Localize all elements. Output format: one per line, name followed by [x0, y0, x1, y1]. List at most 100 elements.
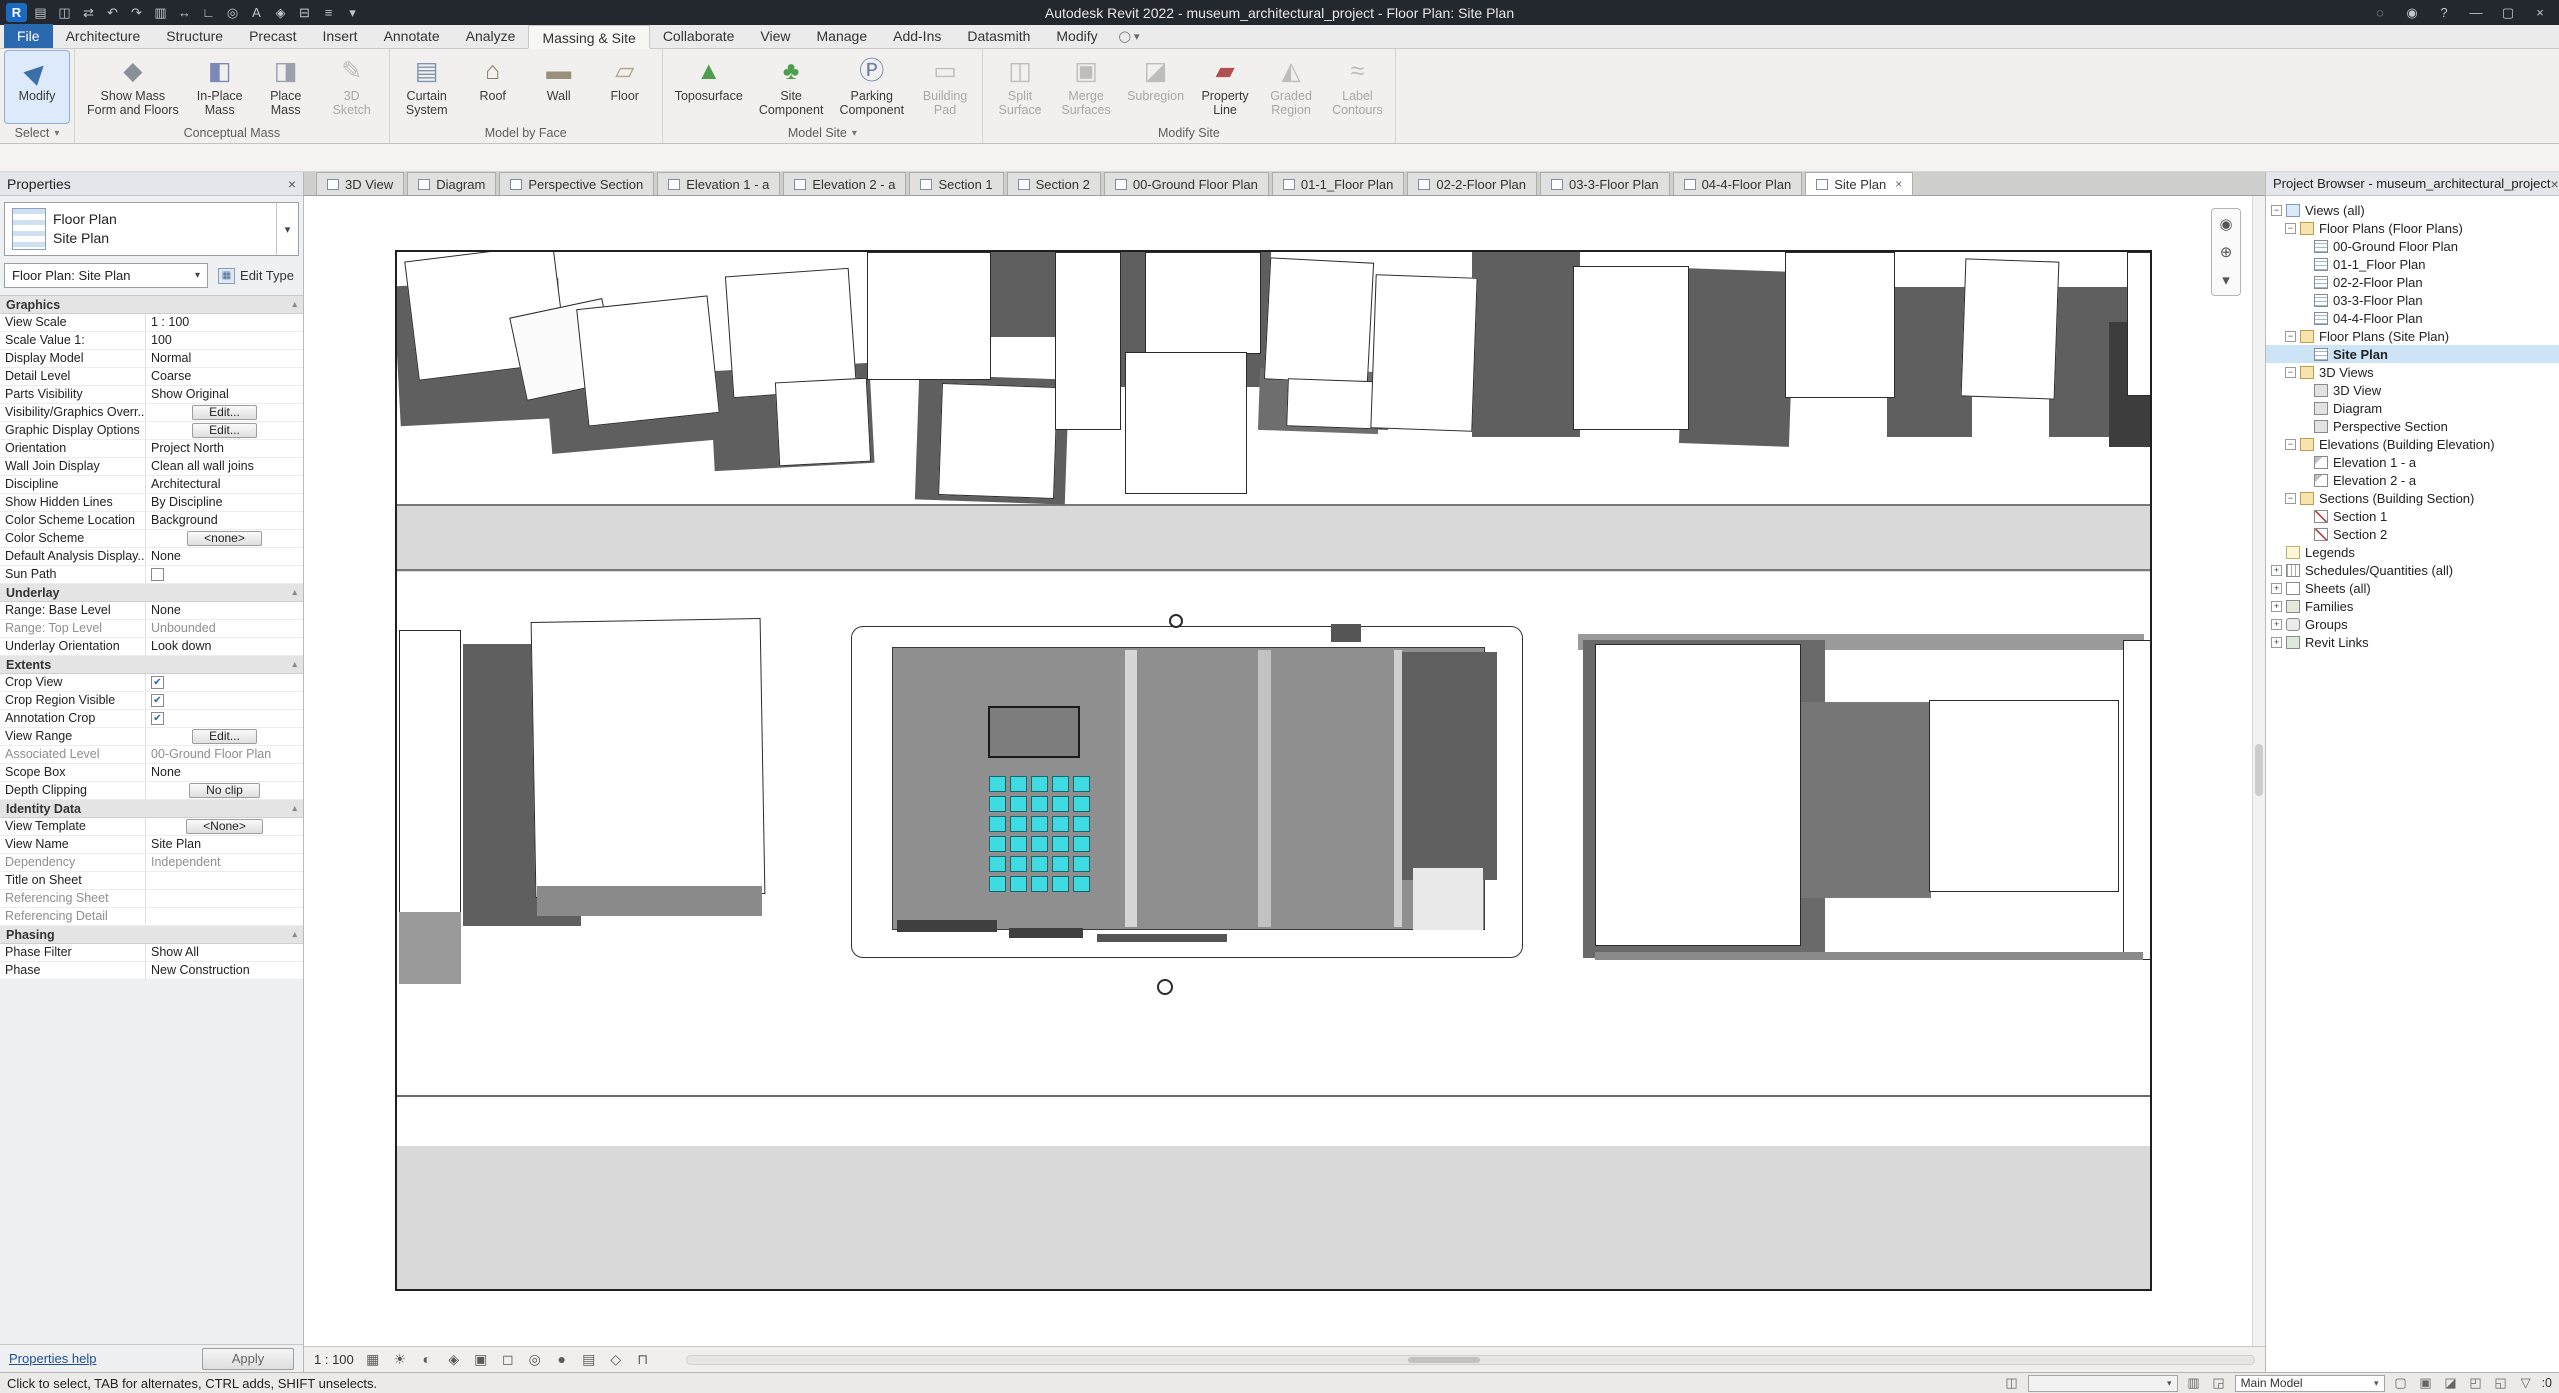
property-value[interactable]: Coarse [146, 368, 303, 385]
building[interactable] [1960, 258, 2060, 400]
qat-customize-icon[interactable]: ▾ [342, 3, 363, 22]
temporary-view-properties-icon[interactable]: ▤ [579, 1351, 599, 1368]
worksets-icon[interactable]: ◫ [2003, 1375, 2021, 1391]
skylight-cell[interactable] [1010, 776, 1027, 792]
collapse-icon[interactable]: − [2285, 492, 2296, 504]
building[interactable] [867, 252, 991, 380]
property-value[interactable]: Look down [146, 638, 303, 655]
horizontal-scrollbar-thumb[interactable] [1407, 1356, 1480, 1363]
editing-requests-icon[interactable]: ▥ [2185, 1375, 2203, 1391]
zoom-icon[interactable]: ⊕ [2220, 243, 2233, 261]
view-tab-section-1[interactable]: Section 1 [909, 172, 1004, 195]
skylight-cell[interactable] [1073, 816, 1090, 832]
show-crop-region-icon[interactable]: ◻ [498, 1351, 518, 1368]
view-tab-elevation-2-a[interactable]: Elevation 2 - a [783, 172, 907, 195]
building[interactable] [2127, 252, 2150, 396]
property-value[interactable]: New Construction [146, 962, 303, 979]
property-value[interactable]: Site Plan [146, 836, 303, 853]
view-tab-elevation-1-a[interactable]: Elevation 1 - a [657, 172, 781, 195]
property-value[interactable]: Edit... [146, 404, 303, 421]
tree-item-floor-plans-site-plan[interactable]: − Floor Plans (Site Plan) [2266, 327, 2559, 345]
shadow[interactable] [1678, 268, 1796, 447]
collapse-icon[interactable]: − [2285, 330, 2296, 342]
museum-roof-gap[interactable] [1394, 650, 1402, 927]
ribbon-button-show-mass-form-and-floors[interactable]: ◆ Show Mass Form and Floors [80, 51, 186, 123]
view-tab-3d-view[interactable]: 3D View [316, 172, 405, 195]
temporary-hide-isolate-icon[interactable]: ◎ [525, 1351, 545, 1368]
building[interactable] [576, 295, 720, 427]
property-value-button[interactable]: Edit... [192, 423, 257, 438]
ribbon-tab-analyze[interactable]: Analyze [453, 24, 529, 48]
undo-icon[interactable]: ↶ [102, 3, 123, 22]
vertical-scrollbar-thumb[interactable] [2255, 744, 2263, 796]
tree-item-perspective-section[interactable]: Perspective Section [2266, 417, 2559, 435]
crop-view-icon[interactable]: ▣ [471, 1351, 491, 1368]
tree-item-diagram[interactable]: Diagram [2266, 399, 2559, 417]
building[interactable] [938, 383, 1058, 499]
show-rendering-icon[interactable]: ◈ [444, 1351, 464, 1368]
property-value[interactable] [146, 566, 303, 583]
help-icon[interactable]: ? [2429, 3, 2459, 22]
skylight-cell[interactable] [1073, 836, 1090, 852]
text-icon[interactable]: A [246, 3, 267, 22]
tree-item-site-plan[interactable]: Site Plan [2266, 345, 2559, 363]
property-value[interactable]: No clip [146, 782, 303, 799]
museum-roof-gap[interactable] [1125, 650, 1137, 927]
properties-filter-select[interactable]: Floor Plan: Site Plan ▾ [4, 263, 209, 288]
horizontal-scrollbar[interactable] [685, 1354, 2255, 1365]
ribbon-button-floor[interactable]: ▱ Floor [593, 51, 657, 123]
design-options-icon[interactable]: ◲ [2210, 1375, 2228, 1391]
property-value[interactable]: ✔ [146, 692, 303, 709]
roof-edge[interactable] [1009, 928, 1083, 938]
skylight-cell[interactable] [1010, 816, 1027, 832]
sync-icon[interactable]: ⇄ [78, 3, 99, 22]
property-section-phasing[interactable]: Phasing ▴ [0, 926, 303, 944]
property-value-button[interactable]: No clip [189, 783, 260, 798]
property-value[interactable]: Show Original [146, 386, 303, 403]
skylight-cell[interactable] [1010, 836, 1027, 852]
view-tab-01-1-floor-plan[interactable]: 01-1_Floor Plan [1271, 172, 1405, 195]
revit-logo[interactable]: R [6, 3, 27, 22]
building[interactable] [1370, 274, 1478, 432]
road-upper[interactable] [397, 504, 2150, 572]
ribbon-tab-precast[interactable]: Precast [236, 24, 309, 48]
properties-help-link[interactable]: Properties help [9, 1351, 96, 1366]
skylight-cell[interactable] [1052, 856, 1069, 872]
view-tab-section-2[interactable]: Section 2 [1006, 172, 1101, 195]
autodesk-account-icon[interactable]: ◉ [2397, 3, 2427, 22]
expand-icon[interactable]: + [2271, 564, 2282, 576]
skylight-cell[interactable] [1073, 856, 1090, 872]
tree-item-3d-views[interactable]: − 3D Views [2266, 363, 2559, 381]
ribbon-tab-collaborate[interactable]: Collaborate [650, 24, 748, 48]
property-value[interactable]: <None> [146, 818, 303, 835]
collapse-icon[interactable]: − [2271, 204, 2282, 216]
tree-item-section-1[interactable]: Section 1 [2266, 507, 2559, 525]
property-section-underlay[interactable]: Underlay ▴ [0, 584, 303, 602]
site-point-marker[interactable] [1169, 614, 1183, 628]
property-value[interactable]: 100 [146, 332, 303, 349]
view-tab-perspective-section[interactable]: Perspective Section [499, 172, 655, 195]
ribbon-tab-modify[interactable]: Modify [1043, 24, 1110, 48]
property-value[interactable]: None [146, 602, 303, 619]
ribbon-button-wall[interactable]: ▬ Wall [527, 51, 591, 123]
building[interactable] [1929, 700, 2119, 892]
building[interactable] [2123, 640, 2150, 960]
edit-type-button[interactable]: ▦ Edit Type [213, 263, 299, 288]
shadows-icon[interactable]: ◐ [417, 1351, 437, 1368]
building[interactable] [1595, 644, 1801, 946]
drawing-canvas[interactable]: ◉ ⊕ ▾ [304, 196, 2265, 1346]
properties-close-icon[interactable]: × [288, 176, 296, 192]
property-value-button[interactable]: <none> [187, 531, 262, 546]
select-pinned-elements-toggle[interactable]: ◪ [2442, 1375, 2460, 1391]
skylight-cell[interactable] [989, 776, 1006, 792]
ribbon-tab-view[interactable]: View [747, 24, 803, 48]
save-icon[interactable]: ◫ [54, 3, 75, 22]
building[interactable] [399, 630, 461, 920]
type-selector-dropdown-icon[interactable]: ▾ [276, 203, 298, 255]
print-icon[interactable]: ▥ [150, 3, 171, 22]
skylight-cell[interactable] [1052, 796, 1069, 812]
skylight-cell[interactable] [1031, 796, 1048, 812]
ribbon-tab-annotate[interactable]: Annotate [371, 24, 453, 48]
property-value[interactable]: <none> [146, 530, 303, 547]
skylight-cell[interactable] [1010, 856, 1027, 872]
